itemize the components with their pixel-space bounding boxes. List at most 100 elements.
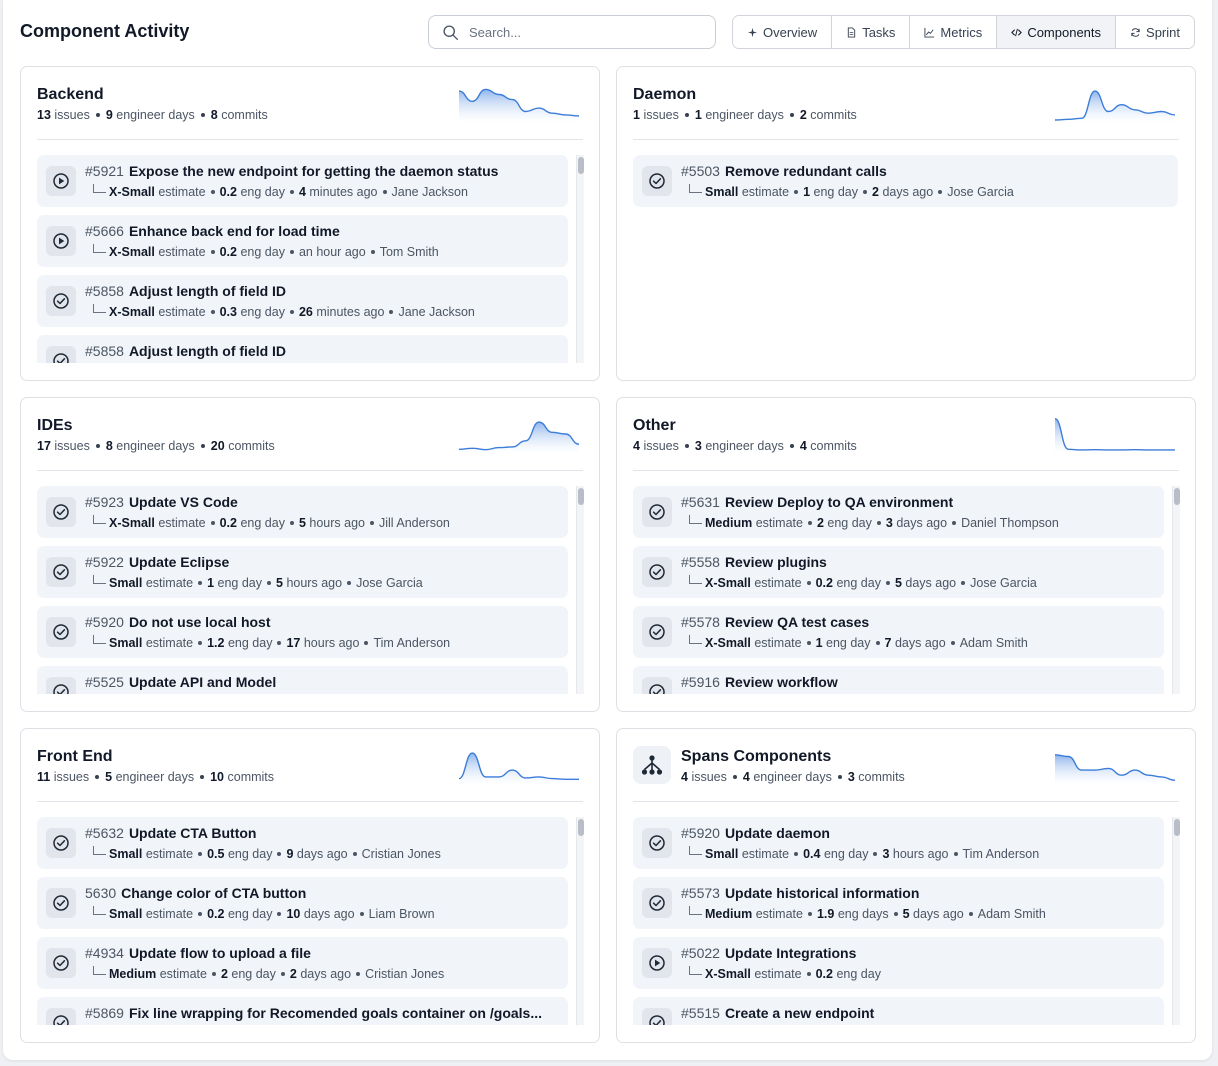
issue-title[interactable]: #5920 Do not use local host — [85, 614, 271, 630]
scrollbar[interactable] — [576, 486, 584, 694]
tab-components[interactable]: Components — [997, 16, 1117, 48]
scrollbar[interactable] — [576, 155, 584, 363]
issue-row[interactable]: #5525 Update API and Model — [37, 666, 568, 694]
issue-title[interactable]: #5923 Update VS Code — [85, 494, 238, 510]
issue-number: #5631 — [681, 494, 720, 510]
assignee: Cristian Jones — [365, 967, 445, 981]
component-stats: 17 issues 8 engineer days 20 commits — [37, 439, 275, 453]
issue-title[interactable]: #5503 Remove redundant calls — [681, 163, 887, 179]
app-window: Component Activity Overview Tasks Metrics C… — [3, 0, 1212, 1060]
issue-title[interactable]: #5666 Enhance back end for load time — [85, 223, 340, 239]
issue-meta: X-Small estimate 0.3 eng day 26 minutes ag… — [93, 304, 475, 319]
issue-meta: X-Small estimate 0.2 eng day — [689, 966, 881, 981]
issue-row[interactable]: 5630 Change color of CTA button Small esti… — [37, 877, 568, 929]
issue-title[interactable]: #5858 Adjust length of field ID — [85, 283, 286, 299]
issue-number: #5666 — [85, 223, 124, 239]
issue-title[interactable]: #4934 Update flow to upload a file — [85, 945, 311, 961]
scrollbar-thumb[interactable] — [1174, 488, 1180, 505]
issue-row[interactable]: #5666 Enhance back end for load time X-Sma… — [37, 215, 568, 267]
issue-name: Expose the new endpoint for getting the … — [128, 163, 499, 179]
issue-number: #5923 — [85, 494, 124, 510]
tab-label: Tasks — [862, 24, 896, 40]
issue-row[interactable]: #5632 Update CTA Button Small estimate 0.5 … — [37, 817, 568, 869]
activity-sparkline — [1055, 754, 1175, 785]
tab-metrics[interactable]: Metrics — [910, 16, 998, 48]
issue-number: #5869 — [85, 1005, 124, 1021]
issue-title[interactable]: #5525 Update API and Model — [85, 674, 276, 690]
status-badge — [46, 226, 76, 256]
issue-list: #5920 Update daemon Small estimate 0.4 eng … — [633, 817, 1180, 1025]
scrollbar-thumb[interactable] — [578, 157, 584, 174]
status-badge — [642, 1008, 672, 1025]
issue-row[interactable]: #5922 Update Eclipse Small estimate 1 eng d… — [37, 546, 568, 598]
issue-row[interactable]: #5515 Create a new endpoint — [633, 997, 1164, 1025]
issue-number: #5858 — [85, 283, 124, 299]
card-header: Spans Components 4 issues 4 engineer days 3… — [617, 729, 1195, 802]
issue-name: Review workflow — [724, 674, 838, 690]
issue-row[interactable]: #5920 Update daemon Small estimate 0.4 eng … — [633, 817, 1164, 869]
issue-row[interactable]: #5923 Update VS Code X-Small estimate 0.2 e… — [37, 486, 568, 538]
play-circle-icon — [649, 955, 665, 971]
check-circle-icon — [649, 1015, 665, 1025]
issue-list: #5631 Review Deploy to QA environment Medi… — [633, 486, 1180, 694]
issue-row[interactable]: #5022 Update Integrations X-Small estimate… — [633, 937, 1164, 989]
check-circle-icon — [649, 835, 665, 851]
issue-row[interactable]: #5921 Expose the new endpoint for getting… — [37, 155, 568, 207]
activity-sparkline — [459, 752, 579, 785]
issue-row[interactable]: #5920 Do not use local host Small estimate… — [37, 606, 568, 658]
tab-sprint[interactable]: Sprint — [1116, 16, 1194, 48]
issue-row[interactable]: #5916 Review workflow — [633, 666, 1164, 694]
issue-row[interactable]: #5503 Remove redundant calls Small estimat… — [633, 155, 1178, 207]
issue-title[interactable]: #5573 Update historical information — [681, 885, 919, 901]
issue-title[interactable]: #5632 Update CTA Button — [85, 825, 256, 841]
component-stats: 4 issues 3 engineer days 4 commits — [633, 439, 857, 453]
status-badge — [46, 557, 76, 587]
scrollbar-thumb[interactable] — [578, 819, 584, 836]
issue-row[interactable]: #4934 Update flow to upload a file Medium … — [37, 937, 568, 989]
scrollbar[interactable] — [1172, 486, 1180, 694]
issue-list: #5632 Update CTA Button Small estimate 0.5 … — [37, 817, 584, 1025]
issue-title[interactable]: #5515 Create a new endpoint — [681, 1005, 874, 1021]
issue-row[interactable]: #5858 Adjust length of field ID — [37, 335, 568, 363]
search-input[interactable] — [469, 24, 699, 40]
sparkline-line — [1055, 418, 1175, 451]
issue-meta: X-Small estimate 0.2 eng day 4 minutes ago… — [93, 184, 468, 199]
status-badge — [46, 888, 76, 918]
issue-name: Do not use local host — [128, 614, 271, 630]
issue-row[interactable]: #5578 Review QA test cases X-Small estimat… — [633, 606, 1164, 658]
issue-row[interactable]: #5558 Review plugins X-Small estimate 0.2 e… — [633, 546, 1164, 598]
issue-row[interactable]: #5869 Fix line wrapping for Recomended go… — [37, 997, 568, 1025]
issue-meta: Medium estimate 2 eng day 3 days ago Daniel… — [689, 515, 1059, 530]
status-badge — [642, 166, 672, 196]
tab-label: Metrics — [940, 24, 983, 40]
issue-row[interactable]: #5631 Review Deploy to QA environment Medi… — [633, 486, 1164, 538]
search-box[interactable] — [428, 15, 716, 49]
scrollbar-thumb[interactable] — [1174, 819, 1180, 836]
issue-title[interactable]: 5630 Change color of CTA button — [85, 885, 306, 901]
issue-title[interactable]: #5916 Review workflow — [681, 674, 838, 690]
check-circle-icon — [649, 895, 665, 911]
scrollbar[interactable] — [576, 817, 584, 1025]
issue-title[interactable]: #5631 Review Deploy to QA environment — [681, 494, 953, 510]
tab-tasks[interactable]: Tasks — [832, 16, 911, 48]
issue-row[interactable]: #5573 Update historical information Medium… — [633, 877, 1164, 929]
issue-title[interactable]: #5578 Review QA test cases — [681, 614, 869, 630]
activity-sparkline — [1055, 418, 1175, 454]
issue-title[interactable]: #5022 Update Integrations — [681, 945, 856, 961]
issue-title[interactable]: #5922 Update Eclipse — [85, 554, 229, 570]
issue-title[interactable]: #5921 Expose the new endpoint for getting… — [85, 163, 498, 179]
scrollbar-thumb[interactable] — [578, 488, 584, 505]
component-title: Daemon — [633, 86, 697, 103]
issue-title[interactable]: #5869 Fix line wrapping for Recomended go… — [85, 1005, 542, 1021]
issue-meta: X-Small estimate 0.2 eng day 5 days ago Jos… — [689, 575, 1037, 590]
component-card-daemon: Daemon 1 issues 1 engineer days 2 commits #5… — [616, 66, 1196, 381]
issue-title[interactable]: #5920 Update daemon — [681, 825, 830, 841]
issue-title[interactable]: #5558 Review plugins — [681, 554, 827, 570]
issue-title[interactable]: #5858 Adjust length of field ID — [85, 343, 286, 359]
issue-list: #5503 Remove redundant calls Small estimat… — [633, 155, 1180, 363]
tab-overview[interactable]: Overview — [733, 16, 833, 48]
card-divider — [633, 801, 1179, 802]
scrollbar[interactable] — [1172, 817, 1180, 1025]
issue-row[interactable]: #5858 Adjust length of field ID X-Small es… — [37, 275, 568, 327]
component-card-other: Other 4 issues 3 engineer days 4 commits #56… — [616, 397, 1196, 712]
